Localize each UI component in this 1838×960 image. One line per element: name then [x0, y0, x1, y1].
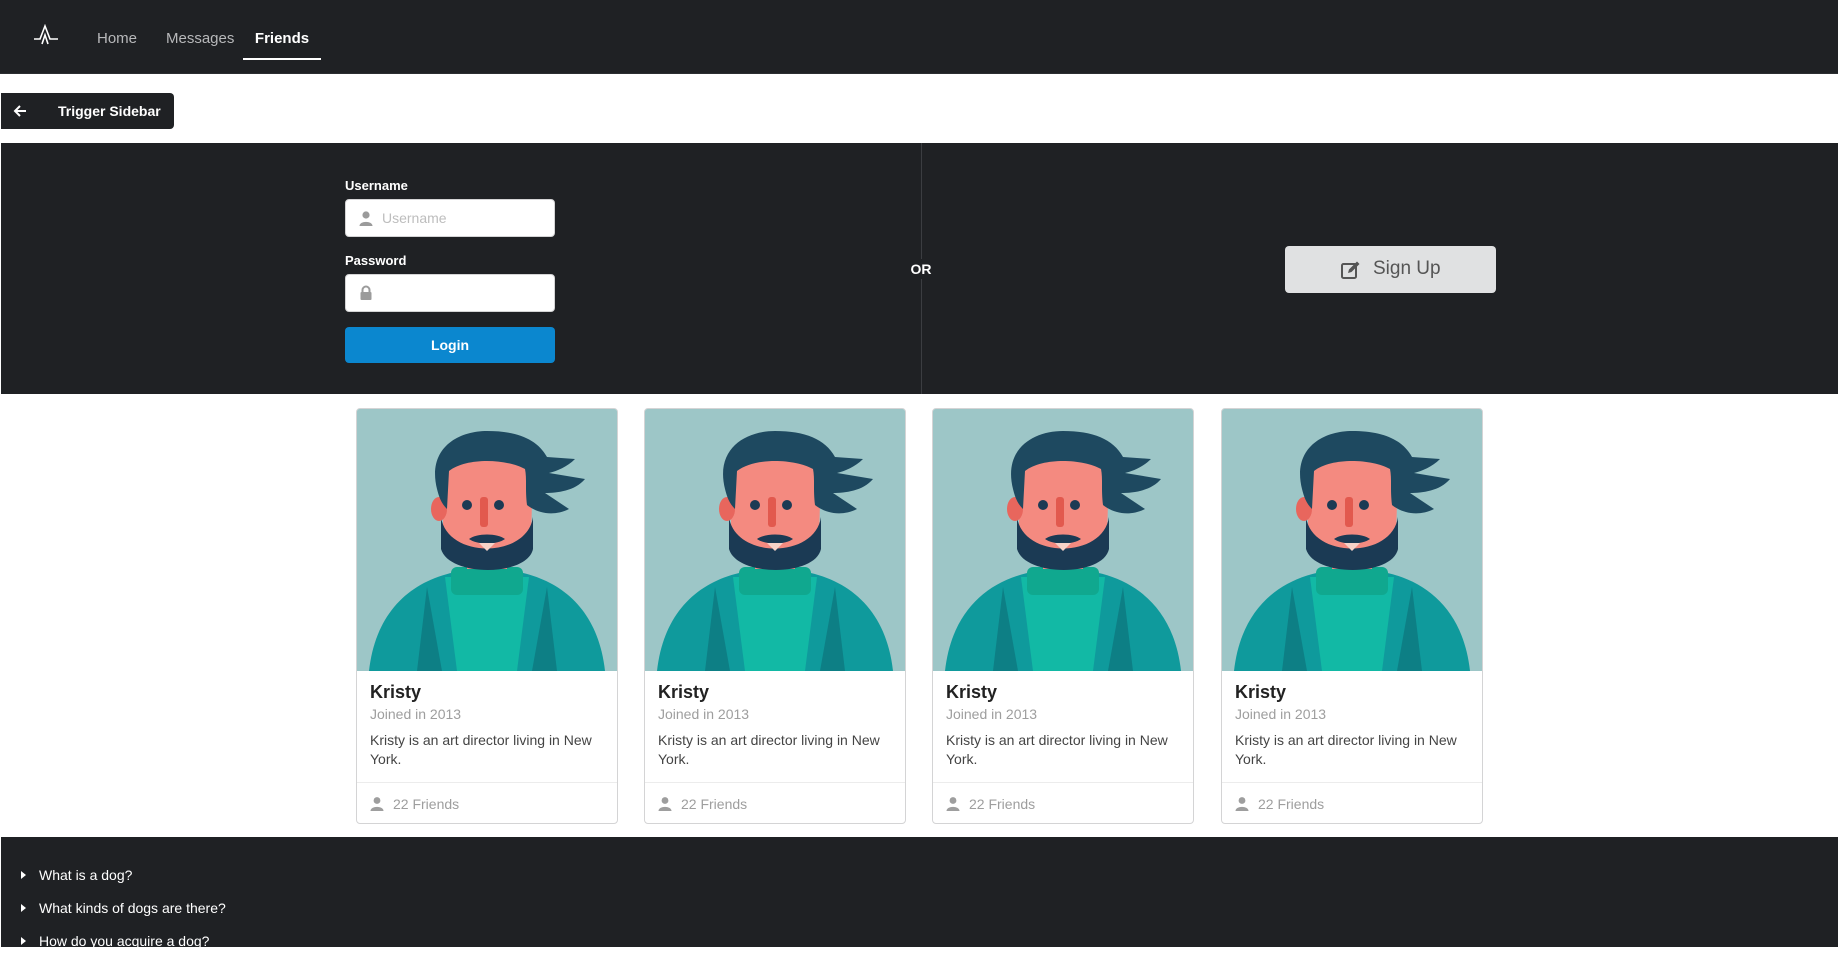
- password-label: Password: [345, 253, 407, 268]
- card-meta: Joined in 2013: [946, 706, 1038, 722]
- card-image: [1222, 409, 1482, 671]
- accordion-title[interactable]: How do you acquire a dog?: [1, 927, 501, 960]
- password-input[interactable]: [382, 275, 550, 311]
- username-input[interactable]: [382, 200, 550, 236]
- logo-icon[interactable]: [33, 24, 59, 46]
- accordion-title-text: What is a dog?: [39, 867, 133, 883]
- accordion-title[interactable]: What kinds of dogs are there?: [1, 894, 501, 927]
- avatar-illustration: [1222, 409, 1482, 671]
- card-header: Kristy: [658, 682, 710, 702]
- card-extra[interactable]: 22 Friends: [645, 782, 905, 823]
- user-icon: [1235, 797, 1249, 811]
- or-divider-text: OR: [908, 259, 934, 279]
- login-segment: Username Password Login OR Sign Up: [1, 143, 1838, 394]
- user-icon: [359, 211, 373, 226]
- sign-up-button[interactable]: Sign Up: [1285, 246, 1496, 293]
- card-meta: Joined in 2013: [370, 706, 462, 722]
- card-header: Kristy: [946, 682, 998, 702]
- edit-icon: [1341, 261, 1360, 279]
- caret-right-icon: [21, 904, 26, 912]
- user-icon: [946, 797, 960, 811]
- card-description: Kristy is an art director living in New …: [946, 732, 1168, 767]
- nav-messages[interactable]: Messages: [166, 0, 234, 60]
- card-meta: Joined in 2013: [658, 706, 750, 722]
- accordion-title[interactable]: What is a dog?: [1, 861, 501, 894]
- friends-count: 22 Friends: [1258, 796, 1325, 812]
- login-button[interactable]: Login: [345, 327, 555, 363]
- profile-card[interactable]: Kristy Joined in 2013 Kristy is an art d…: [1221, 408, 1483, 824]
- caret-right-icon: [21, 937, 26, 945]
- avatar-illustration: [933, 409, 1193, 671]
- username-label: Username: [345, 178, 408, 193]
- password-field[interactable]: [345, 274, 555, 312]
- lock-icon: [360, 285, 372, 300]
- profile-card[interactable]: Kristy Joined in 2013 Kristy is an art d…: [356, 408, 618, 824]
- card-description: Kristy is an art director living in New …: [658, 732, 880, 767]
- profile-card[interactable]: Kristy Joined in 2013 Kristy is an art d…: [932, 408, 1194, 824]
- card-description: Kristy is an art director living in New …: [1235, 732, 1457, 767]
- nav-friends[interactable]: Friends: [243, 0, 321, 60]
- user-icon: [370, 797, 384, 811]
- top-menu: Home Messages Friends: [0, 0, 1838, 74]
- nav-home[interactable]: Home: [97, 0, 137, 60]
- accordion-title-text: What kinds of dogs are there?: [39, 900, 226, 916]
- friends-count: 22 Friends: [969, 796, 1036, 812]
- avatar-illustration: [357, 409, 617, 671]
- card-image: [357, 409, 617, 671]
- friends-count: 22 Friends: [681, 796, 748, 812]
- card-description: Kristy is an art director living in New …: [370, 732, 592, 767]
- card-extra[interactable]: 22 Friends: [1222, 782, 1482, 823]
- trigger-sidebar-label: Trigger Sidebar: [58, 103, 161, 119]
- sign-up-label: Sign Up: [1373, 258, 1441, 279]
- arrow-left-icon: [13, 105, 26, 117]
- avatar-illustration: [645, 409, 905, 671]
- faq-accordion: What is a dog? What kinds of dogs are th…: [1, 837, 1838, 949]
- card-meta: Joined in 2013: [1235, 706, 1327, 722]
- user-icon: [658, 797, 672, 811]
- trigger-sidebar-button[interactable]: Trigger Sidebar: [1, 93, 174, 129]
- profile-card[interactable]: Kristy Joined in 2013 Kristy is an art d…: [644, 408, 906, 824]
- friends-count: 22 Friends: [393, 796, 460, 812]
- card-image: [645, 409, 905, 671]
- card-extra[interactable]: 22 Friends: [933, 782, 1193, 823]
- card-image: [933, 409, 1193, 671]
- card-extra[interactable]: 22 Friends: [357, 782, 617, 823]
- card-header: Kristy: [1235, 682, 1287, 702]
- username-field[interactable]: [345, 199, 555, 237]
- card-header: Kristy: [370, 682, 422, 702]
- caret-right-icon: [21, 871, 26, 879]
